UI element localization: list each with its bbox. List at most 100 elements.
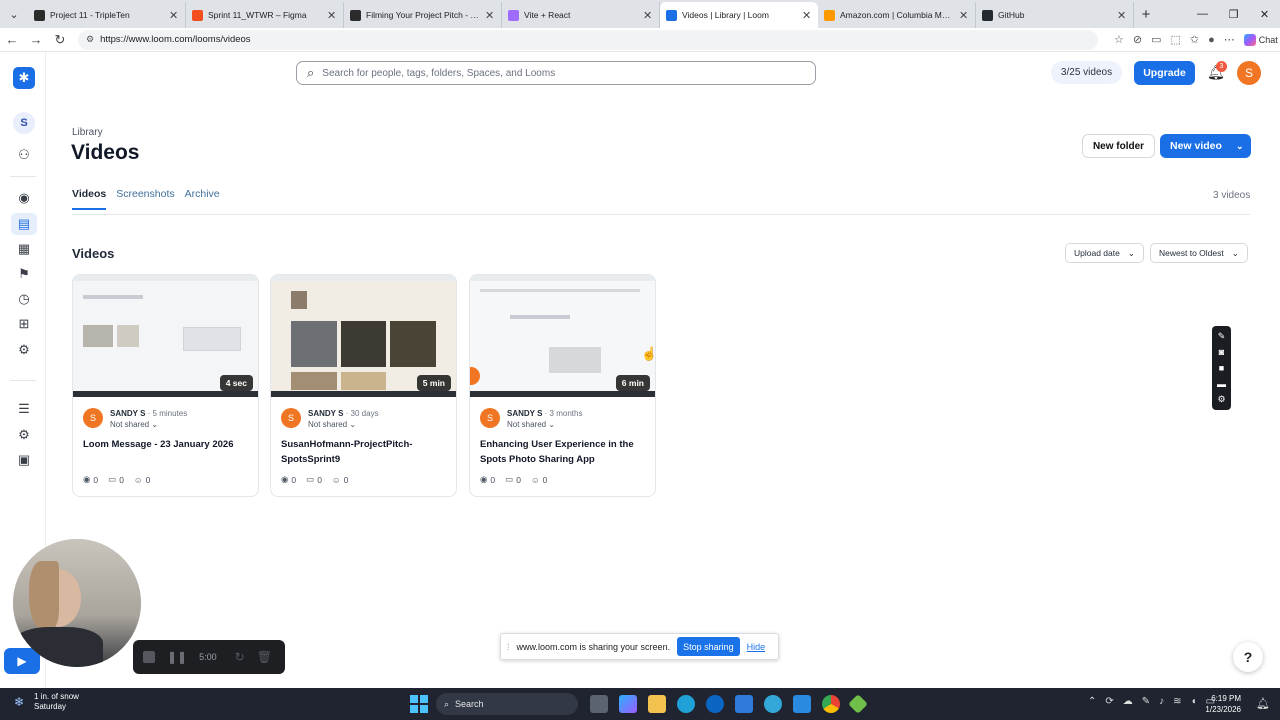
video-title[interactable]: Enhancing User Experience in the Spots P…	[480, 437, 648, 467]
reload-icon[interactable]: ↻	[48, 32, 72, 48]
library-icon[interactable]: ▤	[11, 213, 37, 235]
breadcrumb[interactable]: Library	[72, 127, 103, 138]
tab-videos[interactable]: Videos	[72, 188, 107, 210]
profile-icon[interactable]: ◉	[11, 187, 37, 209]
settings-icon[interactable]: ⚙	[1217, 394, 1225, 405]
new-video-button[interactable]: New video ⌄	[1160, 134, 1251, 158]
workspace-avatar[interactable]: S	[13, 112, 35, 134]
drawing-icon[interactable]: ✎	[1218, 331, 1226, 342]
video-thumbnail[interactable]: 5 min	[271, 275, 456, 397]
upgrade-button[interactable]: Upgrade	[1134, 61, 1195, 85]
minimize-icon[interactable]: —	[1187, 8, 1218, 20]
close-icon[interactable]: ✕	[327, 9, 337, 22]
restore-icon[interactable]: ❐	[1218, 8, 1249, 21]
chrome-icon[interactable]	[822, 695, 840, 713]
stop-icon[interactable]	[143, 651, 155, 663]
forward-icon[interactable]: →	[24, 32, 48, 47]
bookmark-star-icon[interactable]: ☆	[1114, 33, 1124, 46]
stop-sharing-button[interactable]: Stop sharing	[677, 637, 740, 656]
video-title[interactable]: Loom Message - 23 January 2026	[83, 437, 251, 452]
close-icon[interactable]: ✕	[959, 9, 969, 22]
browser-tab-active[interactable]: Videos | Library | Loom ✕	[660, 2, 818, 28]
copilot-icon[interactable]	[619, 695, 637, 713]
extensions-icon[interactable]: ⬚	[1171, 33, 1181, 46]
video-icon[interactable]: ▭	[1151, 33, 1161, 46]
browser-tab[interactable]: Filming Your Project Pitch - TripleTen ✕	[344, 2, 502, 28]
search-bar[interactable]: ⌕	[296, 61, 816, 85]
video-thumbnail[interactable]: 4 sec	[73, 275, 258, 397]
new-folder-button[interactable]: New folder	[1082, 134, 1155, 158]
sort-order-dropdown[interactable]: Newest to Oldest ⌄	[1150, 243, 1248, 263]
video-thumbnail[interactable]: 6 min	[470, 275, 655, 397]
close-icon[interactable]: ✕	[643, 9, 653, 22]
notes-icon[interactable]: ☰	[11, 398, 37, 420]
video-quota-pill[interactable]: 3/25 videos	[1051, 61, 1122, 84]
hide-link[interactable]: Hide	[747, 642, 766, 652]
pen-icon[interactable]: ✎	[1142, 696, 1150, 707]
new-tab-button[interactable]: +	[1134, 2, 1158, 28]
sharing-dropdown[interactable]: Not shared ⌄	[308, 420, 356, 429]
add-member-icon[interactable]: ⚇	[11, 144, 37, 166]
mic-icon[interactable]: ♪	[1159, 696, 1164, 707]
camera-icon[interactable]: ◙	[1219, 347, 1224, 357]
tab-search-icon[interactable]: ⌄	[0, 0, 28, 28]
close-window-icon[interactable]: ✕	[1249, 8, 1280, 21]
loom-logo-icon[interactable]: ✱	[13, 67, 35, 89]
settings-icon[interactable]: ⚙	[11, 339, 37, 361]
screen-icon[interactable]: ▣	[11, 449, 37, 471]
drag-handle-icon[interactable]: ⁞	[507, 642, 510, 652]
video-card[interactable]: 6 min S SANDY S · 3 months Not shared ⌄ …	[469, 274, 656, 497]
history-icon[interactable]: ◷	[11, 288, 37, 310]
mail-icon[interactable]	[735, 695, 753, 713]
browser-tab[interactable]: Amazon.com | Columbia Mens Bu ✕	[818, 2, 976, 28]
close-icon[interactable]: ✕	[1117, 9, 1127, 22]
site-info-icon[interactable]: ⚙	[86, 34, 94, 45]
video-camera-icon[interactable]: ■	[1219, 363, 1224, 373]
vscode-icon[interactable]	[793, 695, 811, 713]
user-avatar[interactable]: S	[1237, 61, 1261, 85]
url-bar[interactable]: ⚙ https://www.loom.com/looms/videos	[78, 29, 1098, 50]
help-button[interactable]: ?	[1233, 642, 1263, 672]
gift-icon[interactable]: ⊞	[11, 313, 37, 335]
browser-tab[interactable]: Sprint 11_WTWR – Figma ✕	[186, 2, 344, 28]
file-explorer-icon[interactable]	[648, 695, 666, 713]
calendar-icon[interactable]: ▦	[11, 238, 37, 260]
browser-tab[interactable]: GitHub ✕	[976, 2, 1134, 28]
sharing-dropdown[interactable]: Not shared ⌄	[507, 420, 555, 429]
sync-icon[interactable]: ⟳	[1105, 696, 1113, 707]
video-card[interactable]: 4 sec S SANDY S · 5 minutes Not shared ⌄…	[72, 274, 259, 497]
sharing-dropdown[interactable]: Not shared ⌄	[110, 420, 158, 429]
notification-center-icon[interactable]: 🔔︎	[1256, 697, 1270, 710]
copilot-chat-button[interactable]: Chat	[1243, 33, 1278, 46]
app-icon[interactable]	[764, 695, 782, 713]
camera-bubble[interactable]	[13, 539, 141, 667]
weather-widget[interactable]: ❄ 1 in. of snow Saturday	[10, 692, 79, 712]
screen-icon[interactable]: ▬	[1217, 379, 1226, 389]
trash-icon[interactable]: 🗑︎	[257, 650, 272, 664]
chevron-up-icon[interactable]: ⌃	[1088, 696, 1096, 707]
search-input[interactable]	[322, 67, 783, 79]
task-view-icon[interactable]	[590, 695, 608, 713]
wifi-icon[interactable]: ≋	[1173, 696, 1181, 707]
taskbar-search[interactable]: ⌕ Search	[436, 693, 578, 715]
bookmark-icon[interactable]: ⚑	[11, 263, 37, 285]
camera-off-icon[interactable]: ⊘	[1133, 33, 1142, 46]
tab-archive[interactable]: Archive	[185, 188, 220, 210]
browser-tab[interactable]: Vite + React ✕	[502, 2, 660, 28]
hp-icon[interactable]	[706, 695, 724, 713]
video-title[interactable]: SusanHofmann-ProjectPitch-SpotsSprint9	[281, 437, 449, 467]
browser-tab[interactable]: Project 11 - TripleTen ✕	[28, 2, 186, 28]
profile-icon[interactable]: ●	[1208, 34, 1215, 46]
pause-icon[interactable]: ❚❚	[167, 650, 187, 664]
edge-icon[interactable]	[677, 695, 695, 713]
more-menu-icon[interactable]: ⋯	[1224, 33, 1235, 46]
close-icon[interactable]: ✕	[485, 9, 495, 22]
restart-icon[interactable]: ↻	[235, 650, 245, 664]
close-icon[interactable]: ✕	[169, 9, 179, 22]
favorites-icon[interactable]: ✩	[1190, 33, 1199, 46]
workspace-settings-icon[interactable]: ⚙	[11, 424, 37, 446]
video-card[interactable]: 5 min S SANDY S · 30 days Not shared ⌄ S…	[270, 274, 457, 497]
cloud-icon[interactable]: ☁	[1123, 696, 1133, 707]
windows-start-icon[interactable]	[410, 695, 428, 713]
volume-icon[interactable]: ◖	[1191, 696, 1197, 707]
